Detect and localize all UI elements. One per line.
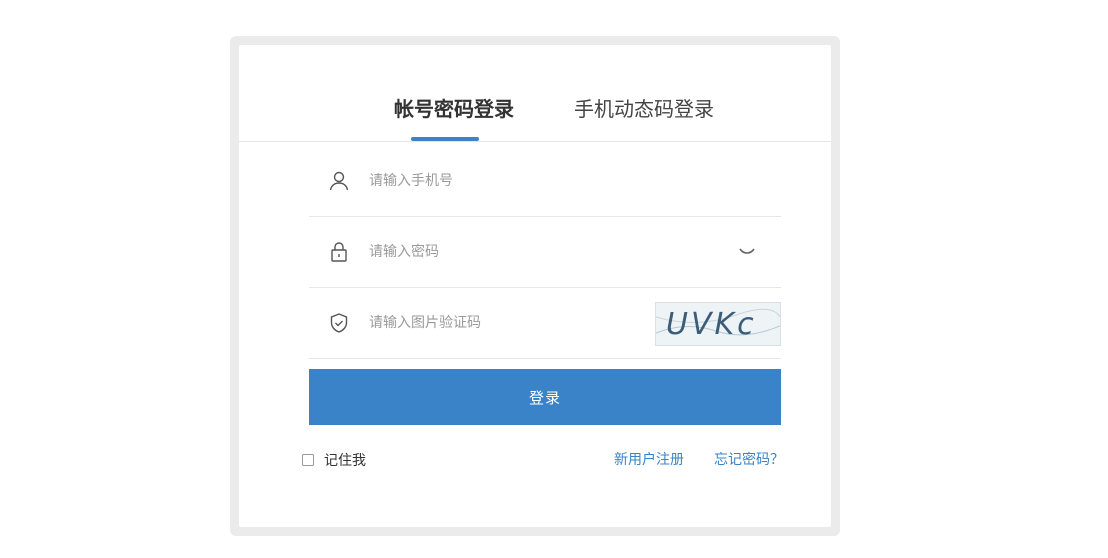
remember-label: 记住我: [324, 453, 366, 469]
captcha-image[interactable]: UVKc: [655, 302, 781, 346]
lock-icon: [327, 240, 351, 264]
login-card-frame: 帐号密码登录 手机动态码登录 请输入手机号 请输入图片验证码 UVKc 登录 记…: [230, 36, 840, 536]
eye-closed-icon[interactable]: [737, 243, 757, 259]
user-icon: [327, 169, 351, 193]
captcha-field: UVKc: [309, 288, 781, 359]
tab-sms-code[interactable]: 手机动态码登录: [574, 95, 714, 123]
captcha-input[interactable]: [369, 310, 669, 336]
phone-field: [309, 146, 781, 217]
login-page: 帐号密码登录 手机动态码登录 请输入手机号 请输入图片验证码 UVKc 登录 记…: [0, 0, 1108, 558]
captcha-text: UVKc: [666, 307, 757, 342]
active-tab-indicator: [411, 137, 479, 141]
remember-checkbox[interactable]: [302, 454, 314, 466]
login-button[interactable]: 登录: [309, 369, 781, 425]
remember-me[interactable]: 记住我: [302, 450, 366, 470]
phone-input[interactable]: [369, 168, 669, 194]
password-field: [309, 217, 781, 288]
register-link[interactable]: 新用户注册: [614, 449, 684, 469]
forgot-password-link[interactable]: 忘记密码？: [714, 449, 784, 469]
tab-account-password[interactable]: 帐号密码登录: [394, 95, 514, 123]
shield-check-icon: [327, 311, 351, 335]
password-input[interactable]: [369, 239, 669, 265]
login-card: 帐号密码登录 手机动态码登录 请输入手机号 请输入图片验证码 UVKc 登录 记…: [239, 45, 831, 527]
login-tabs: 帐号密码登录 手机动态码登录: [239, 45, 831, 142]
